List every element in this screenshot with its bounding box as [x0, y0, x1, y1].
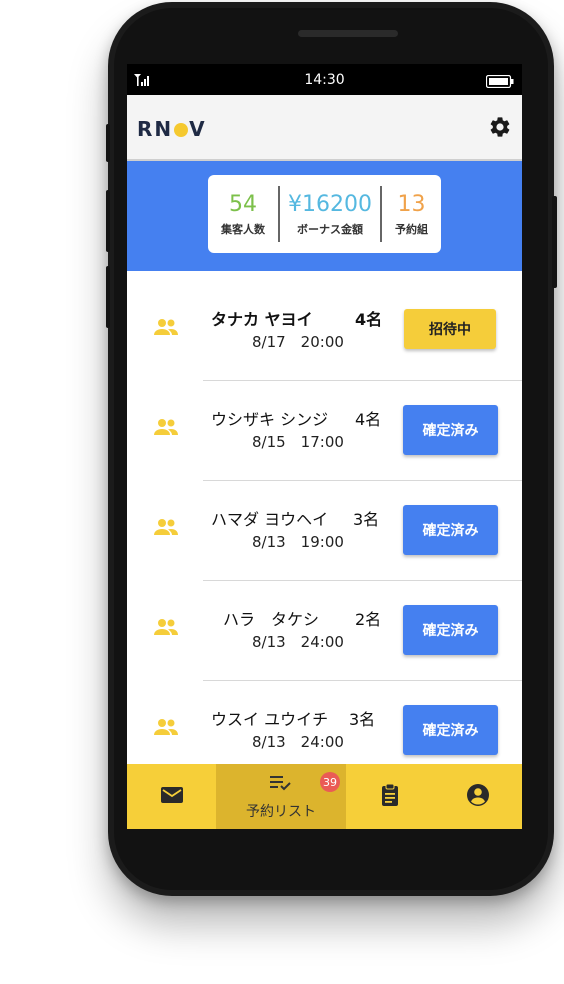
list-item[interactable]: ハラ タケシ 2名 8/13 24:00 確定済み	[127, 581, 522, 681]
checklist-icon	[268, 773, 294, 797]
reservation-datetime: 8/13 24:00	[252, 633, 344, 651]
status-button-confirmed[interactable]: 確定済み	[403, 605, 498, 655]
people-icon	[153, 318, 179, 340]
people-icon	[153, 518, 179, 540]
mail-icon	[160, 785, 184, 809]
stat-visitors-label: 集客人数	[221, 222, 265, 236]
list-item[interactable]: ウシザキ シンジ 4名 8/15 17:00 確定済み	[127, 381, 522, 481]
app-screen: 14:30 RN V 54 集客人数 ¥16200 ボーナス金額 13 予約組 …	[127, 64, 522, 829]
party-size: 4名	[355, 310, 383, 329]
notification-badge: 39	[320, 772, 340, 792]
reservation-datetime: 8/15 17:00	[252, 433, 344, 451]
stat-bookings-value: 13	[397, 191, 426, 217]
people-icon	[153, 618, 179, 640]
party-size: 4名	[355, 410, 382, 429]
nav-reservation-list-label: 予約リスト	[246, 803, 316, 820]
status-button-confirmed[interactable]: 確定済み	[403, 505, 498, 555]
phone-mute-switch	[106, 124, 110, 162]
status-bar: 14:30	[127, 64, 522, 95]
app-logo: RN V	[137, 117, 207, 141]
status-button-confirmed[interactable]: 確定済み	[403, 705, 498, 755]
party-size: 3名	[353, 510, 380, 529]
status-time: 14:30	[304, 72, 345, 88]
stats-card: 54 集客人数 ¥16200 ボーナス金額 13 予約組	[208, 175, 441, 253]
phone-power-button	[552, 196, 557, 288]
reservation-datetime: 8/17 20:00	[252, 333, 344, 351]
account-icon	[466, 783, 490, 811]
bottom-nav: 予約リスト 39	[127, 764, 522, 829]
party-size: 2名	[355, 610, 382, 629]
nav-mail[interactable]	[127, 764, 216, 829]
reservation-datetime: 8/13 19:00	[252, 533, 344, 551]
people-icon	[153, 418, 179, 440]
gear-icon[interactable]	[488, 115, 512, 143]
battery-icon	[485, 73, 514, 92]
stat-bonus: ¥16200 ボーナス金額	[278, 186, 382, 242]
phone-volume-down	[106, 266, 110, 328]
logo-dot	[174, 123, 189, 137]
party-size: 3名	[349, 710, 376, 729]
list-item[interactable]: ハマダ ヨウヘイ 3名 8/13 19:00 確定済み	[127, 481, 522, 581]
stat-bookings: 13 予約組	[382, 192, 441, 237]
list-item[interactable]: タナカ ヤヨイ 4名 8/17 20:00 招待中	[127, 281, 522, 381]
status-button-confirmed[interactable]: 確定済み	[403, 405, 498, 455]
nav-clipboard[interactable]	[346, 764, 434, 829]
nav-reservation-list[interactable]: 予約リスト 39	[216, 764, 346, 829]
phone-speaker	[298, 30, 398, 37]
app-header: RN V	[127, 95, 522, 161]
clipboard-icon	[380, 783, 400, 811]
people-icon	[153, 718, 179, 740]
stat-bookings-label: 予約組	[395, 222, 428, 236]
status-button-inviting[interactable]: 招待中	[404, 309, 496, 349]
reservation-datetime: 8/13 24:00	[252, 733, 344, 751]
stat-visitors: 54 集客人数	[208, 192, 278, 237]
nav-account[interactable]	[434, 764, 522, 829]
stats-banner: 54 集客人数 ¥16200 ボーナス金額 13 予約組	[127, 161, 522, 271]
stat-bonus-value: ¥16200	[288, 191, 372, 217]
phone-volume-up	[106, 190, 110, 252]
stat-bonus-label: ボーナス金額	[297, 222, 363, 236]
stat-visitors-value: 54	[229, 191, 257, 217]
